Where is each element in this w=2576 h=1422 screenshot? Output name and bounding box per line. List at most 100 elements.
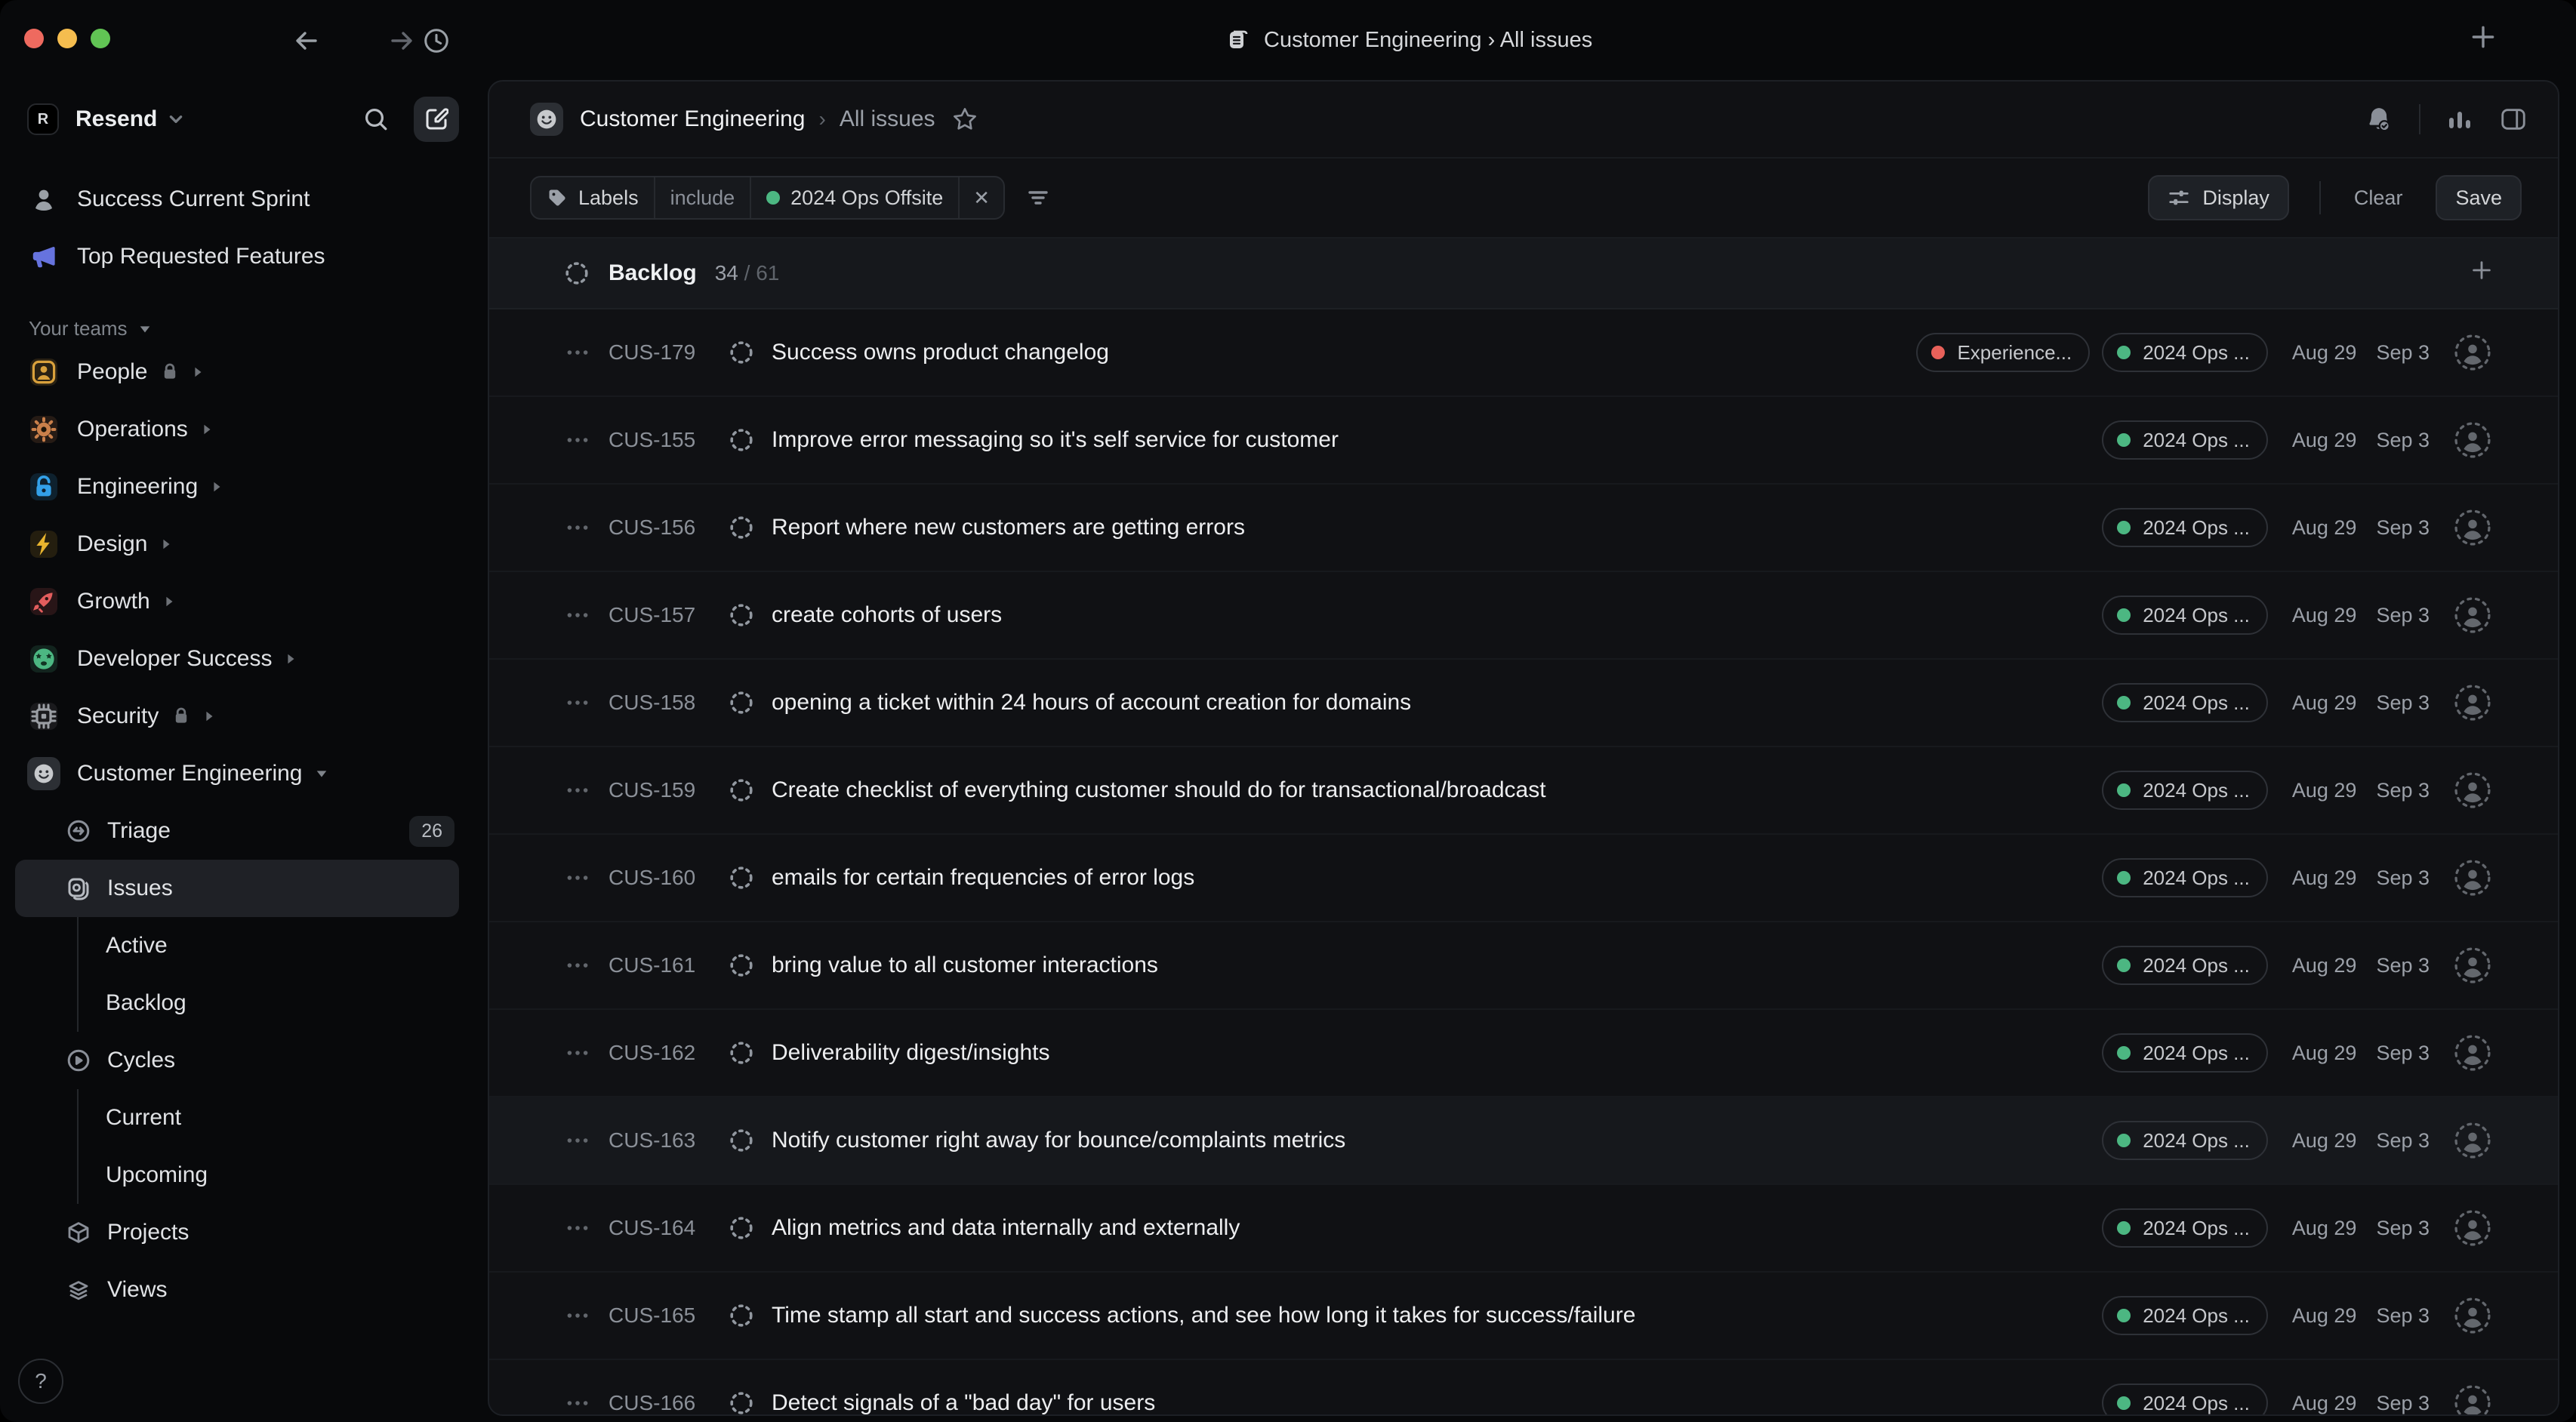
label-pill[interactable]: 2024 Ops ... bbox=[2102, 333, 2268, 372]
sidebar-team-engineering[interactable]: Engineering bbox=[15, 458, 459, 516]
sidebar-item-projects[interactable]: Projects bbox=[15, 1204, 459, 1261]
close-window-button[interactable] bbox=[24, 29, 44, 48]
sidebar-item-triage[interactable]: Triage26 bbox=[15, 802, 459, 860]
issue-row[interactable]: CUS-157create cohorts of users2024 Ops .… bbox=[489, 572, 2558, 660]
priority-no-priority-icon[interactable] bbox=[565, 690, 590, 716]
help-button[interactable]: ? bbox=[18, 1359, 63, 1404]
issue-row[interactable]: CUS-160emails for certain frequencies of… bbox=[489, 835, 2558, 922]
history-clock-icon[interactable] bbox=[420, 24, 453, 57]
label-pill[interactable]: 2024 Ops ... bbox=[2102, 858, 2268, 897]
label-pill[interactable]: 2024 Ops ... bbox=[2102, 1384, 2268, 1416]
breadcrumb-view[interactable]: All issues bbox=[840, 106, 935, 132]
issue-row[interactable]: CUS-162Deliverability digest/insights202… bbox=[489, 1010, 2558, 1097]
issue-row[interactable]: CUS-155Improve error messaging so it's s… bbox=[489, 397, 2558, 485]
label-pill[interactable]: 2024 Ops ... bbox=[2102, 596, 2268, 635]
sidebar-item-upcoming[interactable]: Upcoming bbox=[15, 1147, 459, 1204]
sidebar-team-growth[interactable]: Growth bbox=[15, 573, 459, 630]
sidebar-item-issues[interactable]: Issues bbox=[15, 860, 459, 917]
issue-row[interactable]: CUS-156Report where new customers are ge… bbox=[489, 485, 2558, 572]
status-backlog-icon[interactable] bbox=[729, 1304, 753, 1328]
assignee-avatar[interactable] bbox=[2454, 509, 2491, 546]
assignee-avatar[interactable] bbox=[2454, 1122, 2491, 1159]
assignee-avatar[interactable] bbox=[2454, 771, 2491, 809]
sidebar-item-views[interactable]: Views bbox=[15, 1261, 459, 1319]
sidebar-item-active[interactable]: Active bbox=[15, 917, 459, 974]
assignee-avatar[interactable] bbox=[2454, 596, 2491, 634]
assignee-avatar[interactable] bbox=[2454, 1034, 2491, 1072]
priority-no-priority-icon[interactable] bbox=[565, 953, 590, 978]
add-filter-icon[interactable] bbox=[1026, 186, 1050, 210]
remove-filter-icon[interactable]: ✕ bbox=[958, 177, 1003, 218]
priority-no-priority-icon[interactable] bbox=[565, 777, 590, 803]
issue-row[interactable]: CUS-164Align metrics and data internally… bbox=[489, 1185, 2558, 1273]
back-icon[interactable] bbox=[290, 24, 323, 57]
search-icon[interactable] bbox=[362, 106, 390, 133]
filter-field[interactable]: Labels bbox=[532, 177, 654, 218]
sidebar-favorite-item[interactable]: Top Requested Features bbox=[15, 228, 459, 285]
teams-section-header[interactable]: Your teams bbox=[29, 317, 459, 340]
assignee-avatar[interactable] bbox=[2454, 859, 2491, 897]
status-backlog-icon[interactable] bbox=[729, 1041, 753, 1065]
sidebar-item-cycles[interactable]: Cycles bbox=[15, 1032, 459, 1089]
issue-row[interactable]: CUS-163Notify customer right away for bo… bbox=[489, 1097, 2558, 1185]
breadcrumb-team[interactable]: Customer Engineering bbox=[580, 106, 806, 132]
priority-no-priority-icon[interactable] bbox=[565, 427, 590, 453]
favorite-star-icon[interactable] bbox=[952, 106, 978, 132]
status-backlog-icon[interactable] bbox=[729, 1391, 753, 1415]
status-backlog-icon[interactable] bbox=[729, 691, 753, 715]
group-header-backlog[interactable]: Backlog 34 / 61 bbox=[489, 239, 2558, 309]
assignee-avatar[interactable] bbox=[2454, 684, 2491, 722]
assignee-avatar[interactable] bbox=[2454, 334, 2491, 371]
issue-row[interactable]: CUS-161bring value to all customer inter… bbox=[489, 922, 2558, 1010]
new-issue-compose-button[interactable] bbox=[414, 97, 459, 142]
filter-value[interactable]: 2024 Ops Offsite bbox=[750, 177, 958, 218]
label-pill[interactable]: 2024 Ops ... bbox=[2102, 1121, 2268, 1160]
assignee-avatar[interactable] bbox=[2454, 421, 2491, 459]
zoom-window-button[interactable] bbox=[91, 29, 110, 48]
save-view-button[interactable]: Save bbox=[2436, 175, 2522, 220]
add-issue-plus-icon[interactable] bbox=[2469, 257, 2494, 289]
assignee-avatar[interactable] bbox=[2454, 1209, 2491, 1247]
sidebar-team-people[interactable]: People bbox=[15, 343, 459, 401]
status-backlog-icon[interactable] bbox=[729, 1128, 753, 1153]
workspace-switcher[interactable]: R Resend bbox=[15, 89, 459, 149]
issue-row[interactable]: CUS-166Detect signals of a "bad day" for… bbox=[489, 1360, 2558, 1416]
side-panel-icon[interactable] bbox=[2499, 105, 2528, 134]
sidebar-team-operations[interactable]: Operations bbox=[15, 401, 459, 458]
status-backlog-icon[interactable] bbox=[729, 516, 753, 540]
priority-no-priority-icon[interactable] bbox=[565, 865, 590, 891]
priority-no-priority-icon[interactable] bbox=[565, 1303, 590, 1328]
clear-filters-button[interactable]: Clear bbox=[2354, 186, 2403, 210]
sidebar-item-backlog[interactable]: Backlog bbox=[15, 974, 459, 1032]
label-pill[interactable]: 2024 Ops ... bbox=[2102, 771, 2268, 810]
sidebar-item-current[interactable]: Current bbox=[15, 1089, 459, 1147]
filter-operator[interactable]: include bbox=[654, 177, 750, 218]
issue-row[interactable]: CUS-165Time stamp all start and success … bbox=[489, 1273, 2558, 1360]
label-pill[interactable]: 2024 Ops ... bbox=[2102, 946, 2268, 985]
assignee-avatar[interactable] bbox=[2454, 1384, 2491, 1416]
priority-no-priority-icon[interactable] bbox=[565, 340, 590, 365]
status-backlog-icon[interactable] bbox=[729, 953, 753, 977]
label-pill[interactable]: 2024 Ops ... bbox=[2102, 683, 2268, 722]
notification-subscribe-icon[interactable] bbox=[2365, 105, 2393, 134]
sidebar-team-customer-engineering[interactable]: Customer Engineering bbox=[15, 745, 459, 802]
priority-no-priority-icon[interactable] bbox=[565, 1040, 590, 1066]
priority-no-priority-icon[interactable] bbox=[565, 1128, 590, 1153]
new-tab-plus-icon[interactable] bbox=[2469, 23, 2497, 57]
priority-no-priority-icon[interactable] bbox=[565, 515, 590, 540]
label-pill[interactable]: 2024 Ops ... bbox=[2102, 1033, 2268, 1073]
status-backlog-icon[interactable] bbox=[729, 1216, 753, 1240]
minimize-window-button[interactable] bbox=[57, 29, 77, 48]
status-backlog-icon[interactable] bbox=[729, 866, 753, 890]
status-backlog-icon[interactable] bbox=[729, 778, 753, 802]
sidebar-team-design[interactable]: Design bbox=[15, 516, 459, 573]
issue-row[interactable]: CUS-179Success owns product changelogExp… bbox=[489, 309, 2558, 397]
sidebar-team-developer-success[interactable]: Developer Success bbox=[15, 630, 459, 688]
priority-no-priority-icon[interactable] bbox=[565, 1390, 590, 1416]
insights-chart-icon[interactable] bbox=[2446, 106, 2473, 133]
assignee-avatar[interactable] bbox=[2454, 946, 2491, 984]
issue-row[interactable]: CUS-158opening a ticket within 24 hours … bbox=[489, 660, 2558, 747]
assignee-avatar[interactable] bbox=[2454, 1297, 2491, 1334]
status-backlog-icon[interactable] bbox=[729, 603, 753, 627]
status-backlog-icon[interactable] bbox=[729, 428, 753, 452]
